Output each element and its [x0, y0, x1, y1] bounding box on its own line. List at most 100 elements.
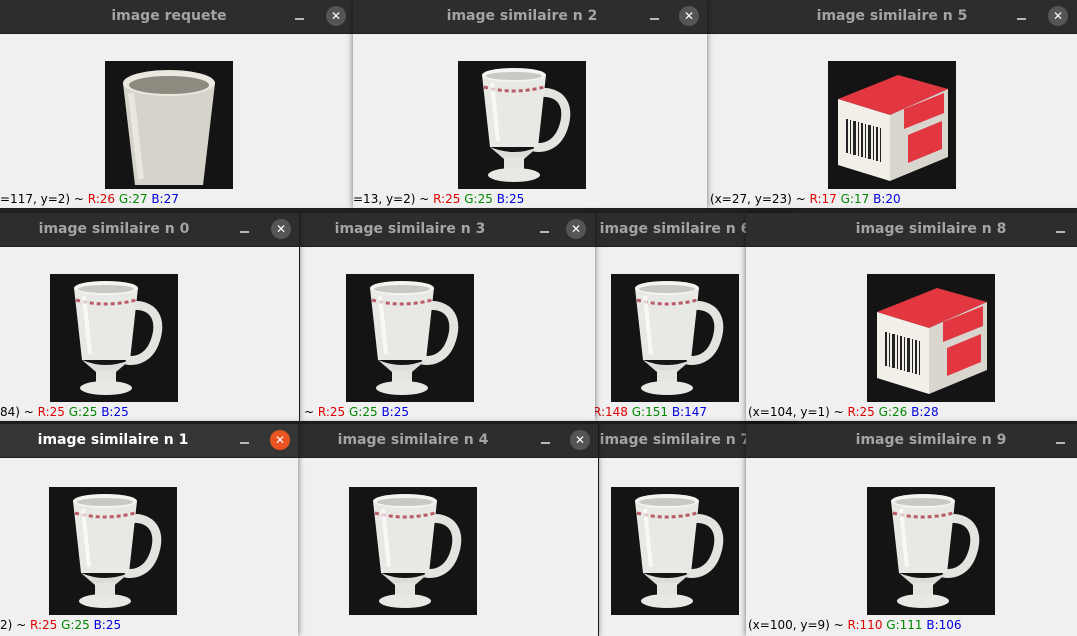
pixel-green: G:111: [886, 618, 923, 632]
pixel-green: G:26: [878, 405, 908, 419]
window-title: image similaire n 4: [337, 432, 489, 448]
window-image-similaire-n-9[interactable]: image similaire n 9 (x=100, y=9) ~ R:110…: [746, 424, 1077, 636]
window-title: image similaire n 7: [599, 432, 751, 448]
window-image-similaire-n-2[interactable]: image similaire n 2 ✕ =13, y=2) ~ R:25 G…: [353, 0, 707, 208]
pixel-green: G:27: [118, 192, 148, 206]
minimize-icon[interactable]: [291, 7, 309, 25]
window-image-similaire-n-0[interactable]: image similaire n 0 ✕ 84) ~ R:25 G:25 B:…: [0, 213, 299, 421]
window-content: (x=27, y=23) ~ R:17 G:17 B:20: [707, 34, 1077, 208]
minimize-icon[interactable]: [236, 220, 254, 238]
pixel-status-bar: 84) ~ R:25 G:25 B:25: [0, 405, 129, 419]
window-content: [297, 458, 598, 636]
window-title: image similaire n 8: [855, 221, 1007, 237]
close-icon[interactable]: ✕: [1048, 6, 1068, 26]
window-content: (x=104, y=1) ~ R:25 G:26 B:28: [746, 247, 1077, 421]
pixel-status-bar: =117, y=2) ~ R:26 G:27 B:27: [0, 192, 179, 206]
pixel-blue: B:25: [93, 618, 122, 632]
pixel-blue: B:25: [101, 405, 129, 419]
mug-icon: [611, 487, 739, 615]
pixel-red: R:148: [593, 405, 628, 419]
minimize-icon[interactable]: [1052, 431, 1070, 449]
window-content: =13, y=2) ~ R:25 G:25 B:25: [353, 34, 707, 208]
pixel-status-bar: (x=104, y=1) ~ R:25 G:26 B:28: [748, 405, 939, 419]
pixel-coords: (x=100, y=9): [748, 618, 830, 632]
close-icon[interactable]: ✕: [326, 6, 346, 26]
minimize-icon[interactable]: [236, 431, 254, 449]
window-title: image similaire n 6: [599, 221, 751, 237]
pixel-coords: (x=104, y=1): [748, 405, 830, 419]
pixel-red: R:26: [87, 192, 116, 206]
pixel-blue: B:20: [873, 192, 901, 206]
mug-icon: [50, 274, 178, 402]
window-content: 84) ~ R:25 G:25 B:25: [0, 247, 299, 421]
window-titlebar[interactable]: image similaire n 5 ✕: [707, 0, 1077, 34]
window-image-similaire-n-3[interactable]: image similaire n 3 ✕ ~ R:25 G:25 B:25: [300, 213, 595, 421]
window-title: image similaire n 9: [855, 432, 1007, 448]
pixel-coords: =117, y=2): [0, 192, 71, 206]
close-icon[interactable]: ✕: [271, 219, 291, 239]
close-icon[interactable]: ✕: [679, 6, 699, 26]
window-content: =117, y=2) ~ R:26 G:27 B:27: [0, 34, 354, 208]
close-icon[interactable]: ✕: [566, 219, 586, 239]
window-image-similaire-n-8[interactable]: image similaire n 8 (x=104, y=1) ~ R:25 …: [746, 213, 1077, 421]
mug-icon: [611, 274, 739, 402]
pixel-green: G:25: [68, 405, 98, 419]
cup-icon: [105, 61, 233, 189]
minimize-icon[interactable]: [1013, 7, 1031, 25]
window-title: image requete: [111, 8, 227, 24]
pixel-red: R:25: [317, 405, 346, 419]
window-titlebar[interactable]: image similaire n 4 ✕: [297, 424, 598, 458]
window-titlebar[interactable]: image similaire n 8: [746, 213, 1077, 247]
pixel-green: G:25: [348, 405, 378, 419]
window-image-similaire-n-4[interactable]: image similaire n 4 ✕: [297, 424, 598, 636]
window-title: image similaire n 0: [38, 221, 190, 237]
window-image-requete[interactable]: image requete ✕ =117, y=2) ~ R:26 G:27 B…: [0, 0, 354, 208]
window-title: image similaire n 1: [37, 432, 189, 448]
pixel-blue: B:27: [151, 192, 179, 206]
mug-icon: [349, 487, 477, 615]
pixel-blue: B:28: [911, 405, 939, 419]
pixel-green: G:25: [464, 192, 493, 206]
window-content: (x=100, y=9) ~ R:110 G:111 B:106: [746, 458, 1077, 636]
window-image-similaire-n-5[interactable]: image similaire n 5 ✕ (x=27, y=23) ~ R:1…: [707, 0, 1077, 208]
pixel-red: R:25: [30, 618, 58, 632]
pixel-blue: B:106: [926, 618, 962, 632]
close-icon[interactable]: ✕: [270, 430, 290, 450]
pixel-status-bar: (x=100, y=9) ~ R:110 G:111 B:106: [748, 618, 962, 632]
window-content: ~ R:25 G:25 B:25: [300, 247, 595, 421]
window-titlebar[interactable]: image similaire n 9: [746, 424, 1077, 458]
pixel-status-bar: ~ R:25 G:25 B:25: [304, 405, 409, 419]
mug-icon: [49, 487, 177, 615]
minimize-icon[interactable]: [536, 220, 554, 238]
minimize-icon[interactable]: [646, 7, 664, 25]
window-title: image similaire n 2: [446, 8, 598, 24]
window-titlebar[interactable]: image similaire n 2 ✕: [353, 0, 707, 34]
window-title: image similaire n 3: [334, 221, 486, 237]
pixel-coords: (x=27, y=23): [710, 192, 792, 206]
pixel-red: R:25: [433, 192, 461, 206]
pixel-green: G:151: [631, 405, 668, 419]
pixel-blue: B:25: [381, 405, 409, 419]
minimize-icon[interactable]: [1052, 220, 1070, 238]
pixel-red: R:25: [847, 405, 875, 419]
tylenol-box-icon: [867, 274, 995, 402]
minimize-icon[interactable]: [537, 431, 555, 449]
pixel-status-bar: =13, y=2) ~ R:25 G:25 B:25: [353, 192, 525, 206]
mug-icon: [346, 274, 474, 402]
pixel-coords: 2): [0, 618, 13, 632]
window-titlebar[interactable]: image similaire n 1 ✕: [0, 424, 298, 458]
tylenol-box-icon: [828, 61, 956, 189]
pixel-coords: =13, y=2): [353, 192, 416, 206]
pixel-coords: 84): [0, 405, 20, 419]
window-content: 2) ~ R:25 G:25 B:25: [0, 458, 298, 636]
mug-icon: [458, 61, 586, 189]
window-image-similaire-n-1[interactable]: image similaire n 1 ✕ 2) ~ R:25 G:25 B:2…: [0, 424, 298, 636]
window-titlebar[interactable]: image similaire n 3 ✕: [300, 213, 595, 247]
window-titlebar[interactable]: image requete ✕: [0, 0, 354, 34]
close-icon[interactable]: ✕: [570, 430, 590, 450]
pixel-green: G:25: [61, 618, 90, 632]
window-titlebar[interactable]: image similaire n 0 ✕: [0, 213, 299, 247]
pixel-red: R:17: [809, 192, 837, 206]
pixel-status-bar: R:148 G:151 B:147: [593, 405, 707, 419]
pixel-blue: B:25: [496, 192, 525, 206]
